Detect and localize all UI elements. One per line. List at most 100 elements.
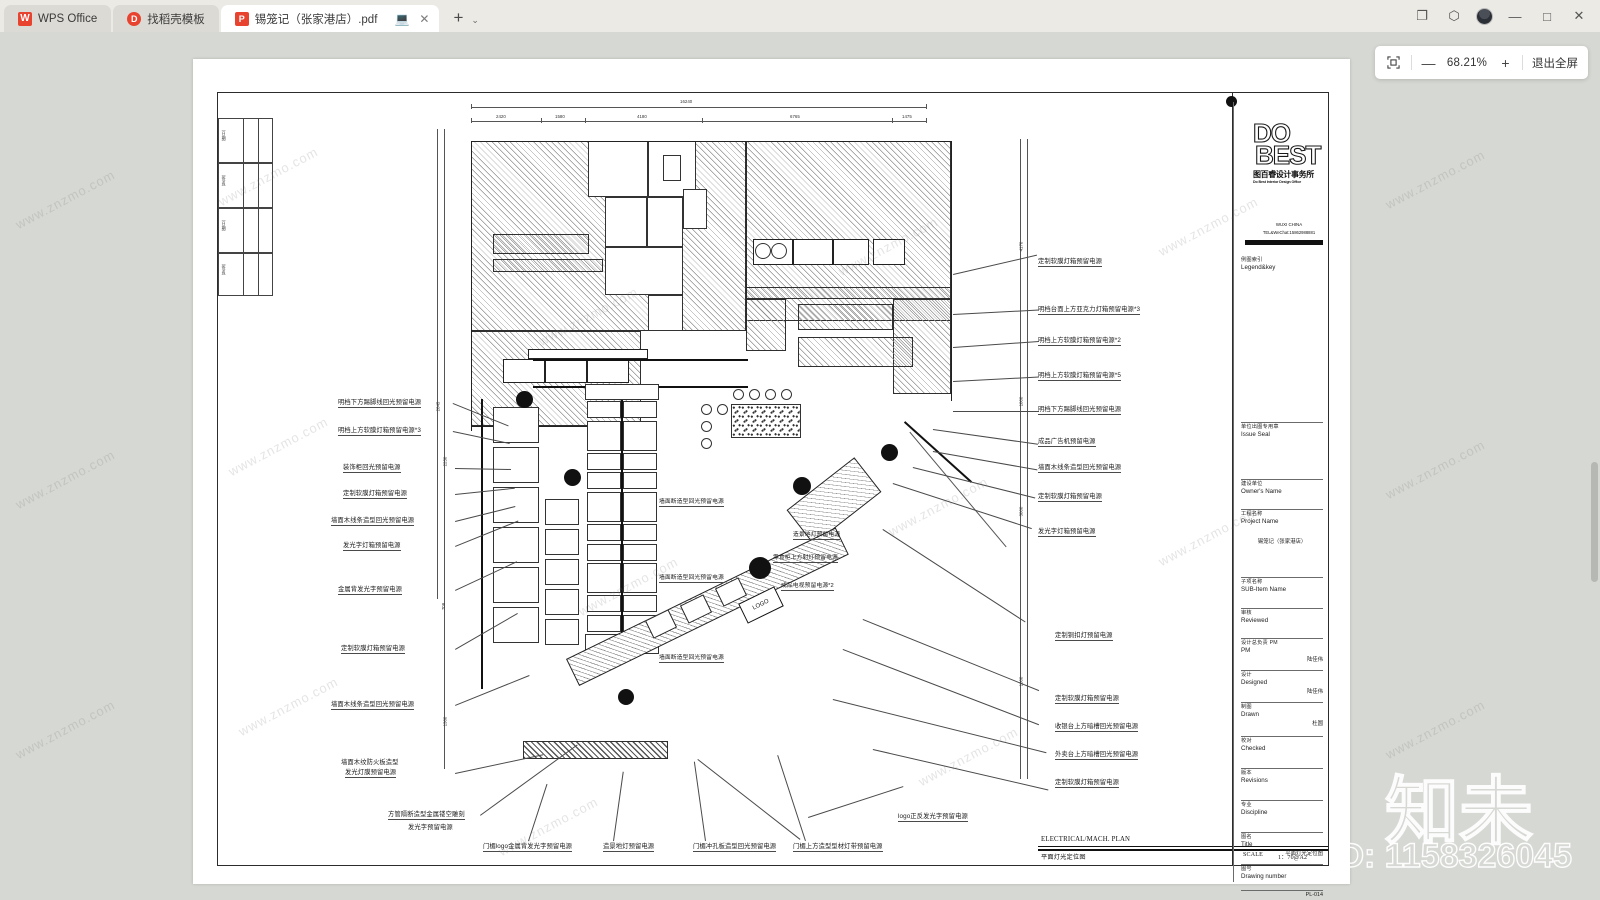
watermark-id: ID: 1158326045 bbox=[1329, 836, 1572, 875]
annotation-label: 门楣logo金属背发光字预留电源 bbox=[483, 843, 573, 852]
annotation-label: 墙面断造型回光预留电源 bbox=[659, 496, 724, 507]
dim-v: 4170 bbox=[1018, 241, 1024, 252]
annotation-label: 发光字灯箱预留电源 bbox=[343, 542, 401, 551]
maximize-button[interactable]: □ bbox=[1532, 3, 1562, 29]
dim-seg: 6765 bbox=[790, 114, 800, 119]
watermark: www.znzmo.com bbox=[1382, 696, 1488, 763]
tab-wps-office[interactable]: W WPS Office bbox=[4, 5, 112, 32]
annotation-label: 墙面木线条造型回光预留电源 bbox=[331, 701, 415, 710]
watermark: www.znzmo.com bbox=[12, 696, 118, 763]
pdf-icon: P bbox=[234, 11, 249, 26]
annotation-label: 墙面断造型回光预留电源 bbox=[659, 652, 724, 663]
tab-menu-chevron-down-icon[interactable]: ⌄ bbox=[471, 15, 479, 26]
annotation-label: 发光字预留电源 bbox=[408, 824, 453, 831]
company-logo: DO BEST 图百睿设计事务所 Do Best Interior Design… bbox=[1252, 119, 1325, 184]
close-tab-icon[interactable]: ✕ bbox=[415, 10, 433, 28]
title-field-cn: 图号 bbox=[1241, 866, 1252, 872]
title-field-en: Revisions bbox=[1241, 776, 1268, 784]
annotation-label: 发光字灯箱预留电源 bbox=[1038, 528, 1096, 537]
title-field-cn: 设计 bbox=[1241, 672, 1252, 678]
title-field-en: Designed bbox=[1241, 678, 1268, 686]
annotation-label: 明档上方软膜灯箱预留电源*5 bbox=[1038, 372, 1121, 381]
dim-seg: 1475 bbox=[902, 114, 912, 119]
drawing-number-value: PL-014 bbox=[1305, 892, 1323, 898]
dim-v: 2645 bbox=[435, 401, 441, 412]
pdf-viewer: — 68.21% + 退出全屏 16240 2420 1580 4180 676… bbox=[0, 32, 1600, 900]
annotation-label: 定制软膜灯箱预留电源 bbox=[1055, 695, 1119, 704]
annotation-label: 墙面木线条造型回光预留电源 bbox=[1038, 464, 1122, 473]
tab-pdf-document[interactable]: P 锡笼记（张家港店）.pdf 💻 ✕ bbox=[220, 5, 440, 32]
present-icon[interactable]: 💻 bbox=[393, 10, 411, 28]
exit-fullscreen-button[interactable]: 退出全屏 bbox=[1532, 55, 1578, 71]
fit-to-screen-icon[interactable] bbox=[1385, 54, 1402, 71]
annotation-label: 定制软膜灯箱预留电源 bbox=[343, 490, 407, 499]
annotation-label: 明档下方踢脚线回光预留电源 bbox=[338, 399, 422, 408]
annotation-label: 定制软膜灯箱预留电源 bbox=[341, 645, 405, 654]
zoom-level-value: 68.21% bbox=[1446, 56, 1488, 69]
annotation-label: 墙面断造型回光预留电源 bbox=[659, 572, 724, 583]
dim-v: 2250 bbox=[442, 456, 448, 467]
dim-v: 1000 bbox=[1018, 396, 1024, 407]
title-value: 平面灯光定位图 bbox=[1285, 850, 1323, 857]
title-field-en: Drawn bbox=[1241, 710, 1259, 718]
annotation-label: 墙面木纹防火板造型 bbox=[341, 759, 399, 766]
title-field-cn: 单位出图专用章 bbox=[1241, 424, 1279, 430]
planter-bed bbox=[731, 404, 801, 438]
annotation-label: 造景地灯预留电源 bbox=[793, 529, 841, 540]
pdf-page[interactable]: 16240 2420 1580 4180 6765 1475 （日期） （签名）… bbox=[193, 59, 1350, 898]
logo-company-en: Do Best Interior Design Office bbox=[1253, 179, 1302, 184]
annotation-label: 外卖台上方暗槽回光预留电源 bbox=[1055, 751, 1139, 760]
annotation-label: 定制软膜灯箱预留电源 bbox=[1055, 779, 1119, 788]
tab-bar: W WPS Office D 找稻壳模板 P 锡笼记（张家港店）.pdf 💻 ✕… bbox=[0, 0, 1600, 32]
user-avatar[interactable] bbox=[1476, 7, 1493, 25]
annotation-label: 明档上方软膜灯箱预留电源*3 bbox=[338, 427, 421, 436]
annotation-label: 装饰柜回光预留电源 bbox=[343, 464, 401, 473]
legend-title-cn: 例图索引 bbox=[1241, 257, 1263, 263]
signature-cell-label: （签名） bbox=[221, 172, 227, 190]
tab-label: 找稻壳模板 bbox=[147, 13, 205, 26]
watermark: www.znzmo.com bbox=[12, 166, 118, 233]
company-contact: TEL&WeChat:15862988881 bbox=[1262, 230, 1316, 235]
restore-window-icon[interactable]: ❐ bbox=[1407, 3, 1437, 29]
dim-v: 1380 bbox=[442, 716, 448, 727]
wps-logo-icon: W bbox=[18, 11, 32, 26]
vertical-scrollbar[interactable] bbox=[1591, 462, 1598, 582]
annotation-label: 定制软膜灯箱预留电源 bbox=[1038, 258, 1102, 267]
project-name-value: 锡笼记（张家港店） bbox=[1257, 538, 1307, 545]
annotation-label: 定制软膜灯箱预留电源 bbox=[1038, 493, 1102, 502]
annotation-label: 明档上方软膜灯箱预留电源*2 bbox=[1038, 337, 1121, 346]
title-field-en: Discipline bbox=[1241, 808, 1268, 816]
tab-label: 锡笼记（张家港店）.pdf bbox=[254, 13, 378, 26]
title-field-en: Checked bbox=[1241, 744, 1266, 752]
new-tab-button[interactable]: + bbox=[447, 7, 469, 29]
tab-docer-template[interactable]: D 找稻壳模板 bbox=[113, 5, 219, 32]
title-field-cn: 专业 bbox=[1241, 802, 1252, 808]
signature-cell-label: （日期） bbox=[221, 217, 227, 235]
title-field-cn: 校对 bbox=[1241, 738, 1252, 744]
annotation-label: 成品广告机预留电源 bbox=[1038, 438, 1096, 447]
annotation-label: 明档台面上方亚克力灯箱预留电源*3 bbox=[1038, 306, 1141, 315]
watermark-logo: 知未 bbox=[1384, 769, 1534, 854]
title-field-cn: 制图 bbox=[1241, 704, 1252, 710]
signature-table: （日期） （签名） （日期） （签名） bbox=[218, 118, 273, 296]
title-field-en: Reviewed bbox=[1241, 616, 1269, 624]
annotation-label: 金属背发光字预留电源 bbox=[338, 586, 402, 595]
zoom-in-button[interactable]: + bbox=[1498, 55, 1513, 71]
title-field-en: Issue Seal bbox=[1241, 430, 1270, 438]
annotation-label: 零食柜上方射灯预留电源 bbox=[773, 552, 838, 563]
annotation-label: 墙面木线条造型回光预留电源 bbox=[331, 517, 415, 526]
title-field-en: SUB-Item Name bbox=[1241, 585, 1287, 593]
annotation-label: logo正反发光字预留电源 bbox=[898, 813, 968, 822]
zoom-out-button[interactable]: — bbox=[1421, 55, 1436, 71]
drawn-value: 杜圆 bbox=[1312, 720, 1323, 727]
title-field-en: PM bbox=[1241, 646, 1251, 654]
minimize-button[interactable]: — bbox=[1500, 3, 1530, 29]
cube-icon[interactable]: ⬡ bbox=[1439, 3, 1469, 29]
title-field-cn: 子项名称 bbox=[1241, 579, 1263, 585]
close-button[interactable]: ✕ bbox=[1564, 3, 1594, 29]
designed-value: 陆佳伟 bbox=[1306, 688, 1323, 695]
annotation-label: 收银台上方暗槽回光预留电源 bbox=[1055, 723, 1139, 732]
title-field-en: Title bbox=[1241, 840, 1253, 848]
title-field-cn: 版本 bbox=[1241, 770, 1252, 776]
signature-cell-label: （日期） bbox=[221, 127, 227, 145]
